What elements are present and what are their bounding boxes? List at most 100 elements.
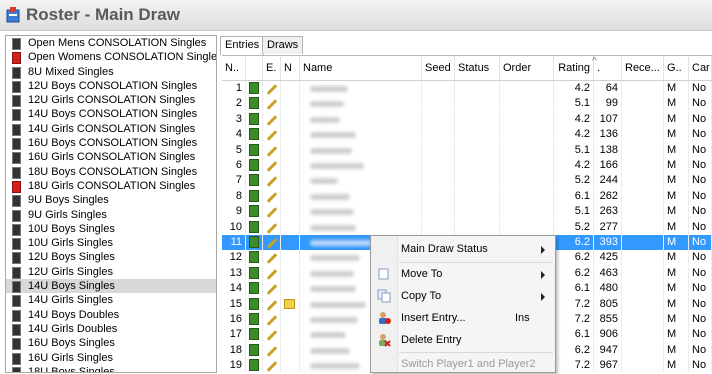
menu-item-switch-players[interactable]: Switch Player1 and Player2 xyxy=(371,354,555,374)
col-header-blank[interactable] xyxy=(246,56,263,80)
col-header-note[interactable]: N xyxy=(281,56,300,80)
col-header-status[interactable]: Status xyxy=(455,56,500,80)
pencil-icon[interactable] xyxy=(266,207,278,218)
col-header-received[interactable]: Rece... xyxy=(622,56,664,80)
edit-cell[interactable] xyxy=(263,127,281,143)
pencil-icon[interactable] xyxy=(266,222,278,234)
edit-cell[interactable] xyxy=(263,219,281,235)
event-list-item[interactable]: 14U Girls Singles xyxy=(6,293,216,308)
col-header-order[interactable]: Order xyxy=(500,56,554,80)
event-list-item[interactable]: 14U Girls CONSOLATION Singles xyxy=(6,122,216,136)
pencil-icon[interactable] xyxy=(266,361,278,372)
event-list-item[interactable]: 10U Boys Singles xyxy=(6,222,216,236)
edit-cell[interactable] xyxy=(263,312,281,327)
event-list-item[interactable]: 16U Girls Singles xyxy=(6,351,216,365)
menu-item-main-draw-status[interactable]: Main Draw Status xyxy=(371,239,555,259)
col-header-rating[interactable]: Rating xyxy=(554,56,594,80)
menu-item-copy-to[interactable]: Copy To xyxy=(371,286,555,306)
note-icon[interactable] xyxy=(284,298,295,309)
table-row[interactable]: 4 4.2 136 M No xyxy=(222,127,712,143)
event-list-item[interactable]: 16U Girls CONSOLATION Singles xyxy=(6,150,216,165)
pencil-icon[interactable] xyxy=(266,191,278,203)
pencil-icon[interactable] xyxy=(266,176,278,188)
event-list-item[interactable]: 14U Boys CONSOLATION Singles xyxy=(6,107,216,122)
pencil-icon[interactable] xyxy=(266,253,278,265)
col-header-seed[interactable]: Seed xyxy=(422,56,455,80)
table-row[interactable]: 5 5.1 138 M No xyxy=(222,142,712,158)
pencil-icon[interactable] xyxy=(266,161,278,172)
edit-cell[interactable] xyxy=(263,265,281,281)
event-label: 10U Girls Singles xyxy=(28,237,113,250)
edit-cell[interactable] xyxy=(263,235,281,250)
col-header-name[interactable]: Name xyxy=(300,56,422,80)
col-header-number[interactable]: N.. xyxy=(222,56,246,80)
col-header-cancelled[interactable]: Car xyxy=(689,56,712,80)
received-cell xyxy=(622,358,664,372)
pencil-icon[interactable] xyxy=(266,299,278,311)
edit-cell[interactable] xyxy=(263,96,281,112)
pencil-icon[interactable] xyxy=(266,99,278,111)
event-list-item[interactable]: 16U Boys CONSOLATION Singles xyxy=(6,136,216,151)
pencil-icon[interactable] xyxy=(266,238,278,249)
table-row[interactable]: 3 4.2 107 M No xyxy=(222,111,712,127)
event-list-item[interactable]: 16U Boys Singles xyxy=(6,336,216,351)
player-name-cell xyxy=(300,158,422,173)
pencil-icon[interactable] xyxy=(266,84,278,95)
event-list-item[interactable]: 12U Girls Singles xyxy=(6,265,216,279)
pencil-icon[interactable] xyxy=(266,130,278,141)
table-row[interactable]: 10 5.2 277 M No xyxy=(222,219,712,235)
pencil-icon[interactable] xyxy=(266,284,278,295)
menu-item-delete-entry[interactable]: Delete Entry xyxy=(371,330,555,350)
event-list-item[interactable]: 12U Girls CONSOLATION Singles xyxy=(6,93,216,108)
table-row[interactable]: 1 4.2 64 M No xyxy=(222,81,712,96)
event-list-item[interactable]: 10U Girls Singles xyxy=(6,236,216,251)
event-list-item[interactable]: 14U Boys Doubles xyxy=(6,308,216,322)
event-list-item[interactable]: 12U Boys CONSOLATION Singles xyxy=(6,79,216,93)
pencil-icon[interactable] xyxy=(266,145,278,157)
menu-item-insert-entry[interactable]: Insert Entry... Ins xyxy=(371,308,555,328)
event-list-item[interactable]: 18U Boys Singles xyxy=(6,365,216,372)
edit-cell[interactable] xyxy=(263,342,281,358)
pencil-icon[interactable] xyxy=(266,114,278,126)
menu-item-move-to[interactable]: Move To xyxy=(371,264,555,284)
edit-cell[interactable] xyxy=(263,158,281,173)
edit-cell[interactable] xyxy=(263,173,281,189)
tab-draws[interactable]: Draws xyxy=(262,36,304,54)
table-row[interactable]: 9 5.1 263 M No xyxy=(222,204,712,220)
edit-cell[interactable] xyxy=(263,327,281,343)
event-list-item[interactable]: 12U Boys Singles xyxy=(6,250,216,265)
pencil-icon[interactable] xyxy=(266,268,278,280)
event-list-item[interactable]: 18U Boys CONSOLATION Singles xyxy=(6,165,216,179)
tab-entries[interactable]: Entries xyxy=(220,36,265,55)
event-list-item[interactable]: 14U Girls Doubles xyxy=(6,322,216,336)
event-list-item[interactable]: Open Mens CONSOLATION Singles xyxy=(6,36,216,50)
table-row[interactable]: 2 5.1 99 M No xyxy=(222,96,712,112)
edit-cell[interactable] xyxy=(263,142,281,158)
edit-cell[interactable] xyxy=(263,111,281,127)
event-list-item[interactable]: 9U Boys Singles xyxy=(6,193,216,208)
col-header-rank[interactable]: . xyxy=(594,56,622,80)
event-list-item[interactable]: 9U Girls Singles xyxy=(6,208,216,222)
table-row[interactable]: 7 5.2 244 M No xyxy=(222,173,712,189)
event-list-item[interactable]: 14U Boys Singles xyxy=(6,279,216,294)
edit-cell[interactable] xyxy=(263,358,281,372)
edit-cell[interactable] xyxy=(263,188,281,204)
event-list-item[interactable]: 8U Mixed Singles xyxy=(6,65,216,79)
edit-cell[interactable] xyxy=(263,204,281,220)
edit-cell[interactable] xyxy=(263,281,281,297)
col-header-gender[interactable]: G.. xyxy=(664,56,689,80)
table-row[interactable]: 8 6.1 262 M No xyxy=(222,188,712,204)
edit-cell[interactable] xyxy=(263,296,281,312)
pencil-icon[interactable] xyxy=(266,345,278,357)
edit-cell[interactable] xyxy=(263,81,281,96)
pencil-icon[interactable] xyxy=(266,315,278,326)
edit-cell[interactable] xyxy=(263,250,281,266)
menu-label: Copy To xyxy=(401,290,442,302)
event-list-item[interactable]: Open Womens CONSOLATION Singles xyxy=(6,50,216,65)
table-row[interactable]: 6 4.2 166 M No xyxy=(222,158,712,173)
event-list[interactable]: Open Mens CONSOLATION Singles Open Womens… xyxy=(5,35,217,373)
order-cell xyxy=(500,158,554,173)
pencil-icon[interactable] xyxy=(266,330,278,342)
event-list-item[interactable]: 18U Girls CONSOLATION Singles xyxy=(6,179,216,193)
col-header-edit[interactable]: E. xyxy=(263,56,281,80)
